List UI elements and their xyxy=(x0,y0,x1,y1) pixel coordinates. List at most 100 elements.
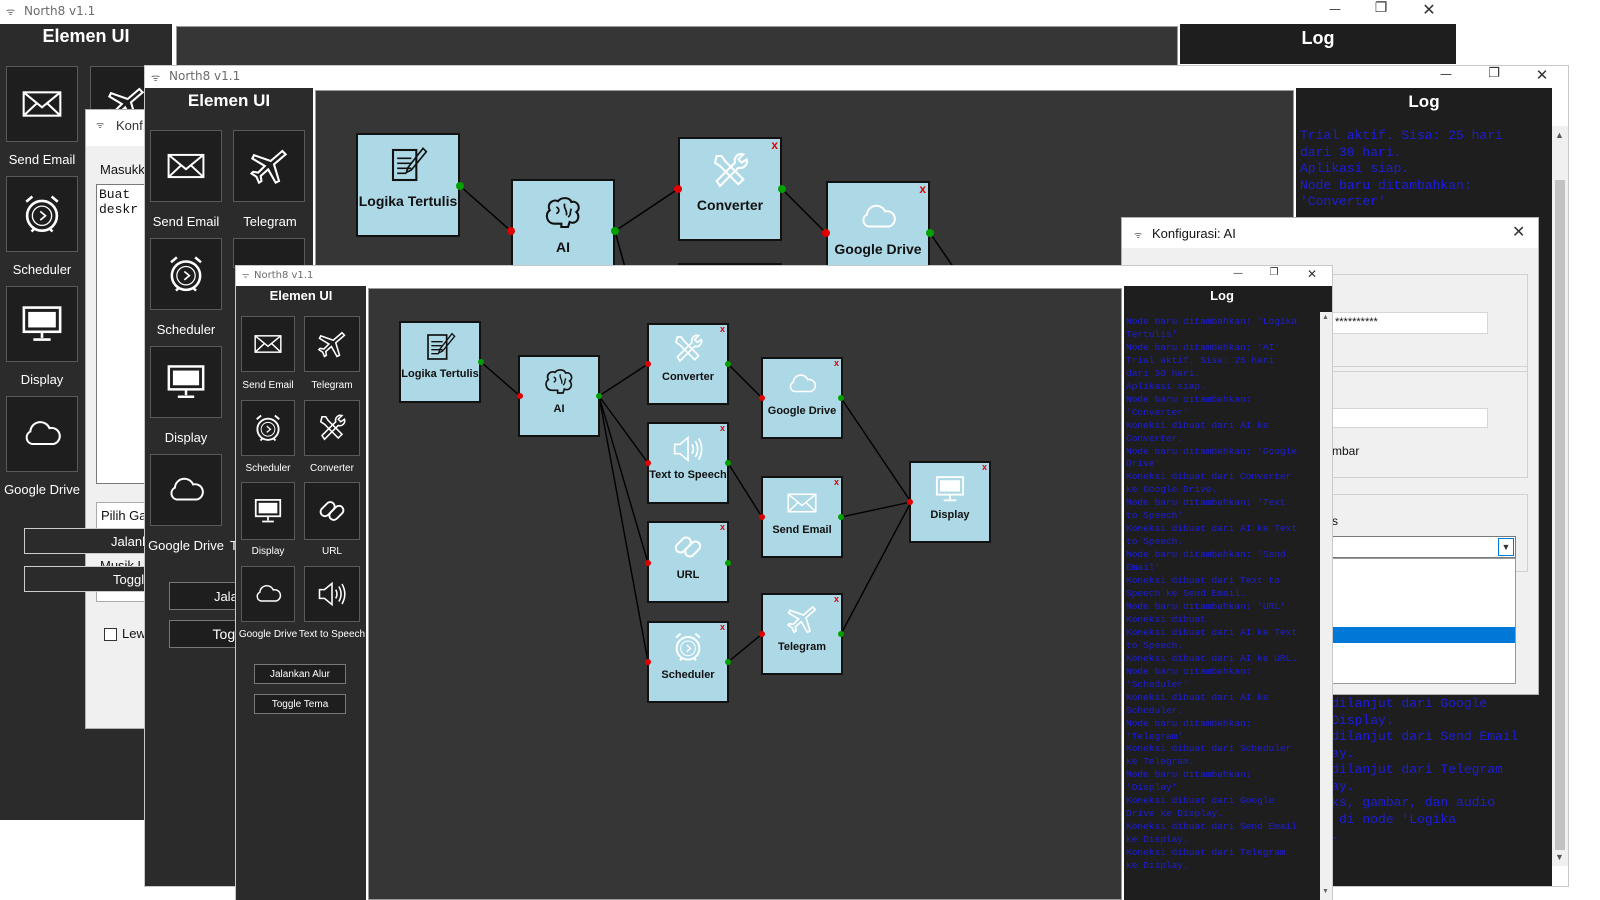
delete-node-button[interactable]: x xyxy=(720,325,725,334)
node-scheduler[interactable]: x Scheduler xyxy=(647,621,729,703)
input-port[interactable] xyxy=(517,393,523,399)
delete-node-button[interactable]: x xyxy=(834,359,839,368)
output-port[interactable] xyxy=(456,182,464,190)
scroll-thumb[interactable] xyxy=(1555,180,1565,850)
output-port[interactable] xyxy=(596,393,602,399)
delete-node-button[interactable]: x xyxy=(720,523,725,532)
flow-canvas[interactable]: Logika Tertulis AI x Converter x Text to… xyxy=(368,288,1122,900)
model-dropdown[interactable]: ▼ xyxy=(1332,536,1516,558)
title-bar[interactable]: ᯤ North8 v1.1 — ❐ ✕ xyxy=(236,266,1332,286)
scroll-down-arrow[interactable]: ▼ xyxy=(1555,852,1564,862)
input-port[interactable] xyxy=(759,514,765,520)
output-port[interactable] xyxy=(478,359,484,365)
minimize-button[interactable]: — xyxy=(1226,268,1250,279)
output-port[interactable] xyxy=(611,227,619,235)
tile-send-email[interactable] xyxy=(241,316,295,372)
output-port[interactable] xyxy=(838,514,844,520)
tile-display[interactable] xyxy=(6,286,78,362)
tile-telegram[interactable] xyxy=(233,130,305,202)
output-port[interactable] xyxy=(725,361,731,367)
node-ai[interactable]: AI xyxy=(518,355,600,437)
input-port[interactable] xyxy=(507,227,515,235)
toggle-theme-button[interactable]: Toggle Tema xyxy=(254,694,346,714)
output-port[interactable] xyxy=(838,395,844,401)
image-input[interactable] xyxy=(1332,408,1488,428)
delete-node-button[interactable]: x xyxy=(720,623,725,632)
input-port[interactable] xyxy=(645,460,651,466)
minimize-button[interactable]: — xyxy=(1320,2,1350,16)
tile-display[interactable] xyxy=(241,482,295,540)
node-display[interactable]: x Display xyxy=(909,461,991,543)
scroll-down-arrow[interactable]: ▼ xyxy=(1322,888,1329,895)
restore-button[interactable]: ❐ xyxy=(1262,267,1286,278)
input-port[interactable] xyxy=(759,395,765,401)
node-converter[interactable]: x Converter xyxy=(647,323,729,405)
output-port[interactable] xyxy=(725,659,731,665)
scroll-up-arrow[interactable]: ▲ xyxy=(1555,130,1564,140)
tile-google-drive[interactable] xyxy=(241,566,295,622)
input-port[interactable] xyxy=(645,560,651,566)
input-port[interactable] xyxy=(645,361,651,367)
tile-scheduler[interactable] xyxy=(150,238,222,310)
output-port[interactable] xyxy=(838,631,844,637)
log-scrollbar[interactable]: ▲ ▼ xyxy=(1552,126,1568,866)
close-button[interactable]: ✕ xyxy=(1300,267,1324,281)
delete-node-button[interactable]: x xyxy=(771,139,778,151)
title-bar[interactable]: ᯤ North8 v1.1 — ❐ ✕ xyxy=(0,0,1460,24)
node-google-drive[interactable]: x Google Drive xyxy=(826,181,930,269)
delete-node-button[interactable]: x xyxy=(982,463,987,472)
output-port[interactable] xyxy=(725,460,731,466)
tile-scheduler[interactable] xyxy=(241,400,295,456)
delete-node-button[interactable]: x xyxy=(834,478,839,487)
dialog-close-button[interactable]: ✕ xyxy=(1512,222,1525,242)
run-button-cut[interactable]: Jalanka xyxy=(24,528,156,554)
delete-node-button[interactable]: x xyxy=(720,424,725,433)
tile-url[interactable] xyxy=(304,482,360,540)
close-button[interactable]: ✕ xyxy=(1414,0,1444,19)
tile-converter[interactable] xyxy=(233,238,305,268)
run-flow-button[interactable]: Jalankan Alur xyxy=(254,664,346,684)
dialog-titlebar[interactable]: ᯤ Konfigurasi: AI ✕ xyxy=(1122,218,1538,248)
dropdown-list[interactable] xyxy=(1332,558,1516,684)
node-telegram[interactable]: x Telegram xyxy=(761,593,843,675)
input-port[interactable] xyxy=(674,185,682,193)
api-key-input[interactable]: ********** xyxy=(1332,312,1488,334)
close-button[interactable]: ✕ xyxy=(1527,66,1557,84)
restore-button[interactable]: ❐ xyxy=(1479,66,1509,81)
node-google-drive[interactable]: x Google Drive xyxy=(761,357,843,439)
input-port[interactable] xyxy=(907,499,913,505)
tile-send-email[interactable] xyxy=(6,66,78,142)
input-port[interactable] xyxy=(822,229,830,237)
output-port[interactable] xyxy=(926,229,934,237)
restore-button[interactable]: ❐ xyxy=(1366,0,1396,16)
tile-text-to-speech[interactable] xyxy=(304,566,360,622)
node-text-to-speech[interactable]: x Text to Speech xyxy=(647,422,729,504)
node-url[interactable]: x URL xyxy=(647,521,729,603)
delete-node-button[interactable]: x xyxy=(919,183,926,195)
scroll-up-arrow[interactable]: ▲ xyxy=(1322,314,1329,321)
input-port[interactable] xyxy=(645,659,651,665)
title-bar[interactable]: ᯤ North8 v1.1 — ❐ ✕ xyxy=(145,66,1568,88)
output-port[interactable] xyxy=(725,560,731,566)
node-send-email[interactable]: x Send Email xyxy=(761,476,843,558)
skip-checkbox[interactable] xyxy=(104,628,117,641)
tile-google-drive[interactable] xyxy=(6,396,78,472)
node-converter[interactable]: x Converter xyxy=(678,137,782,241)
node-logika-tertulis[interactable]: Logika Tertulis xyxy=(399,321,481,403)
delete-node-button[interactable]: x xyxy=(834,595,839,604)
tile-converter[interactable] xyxy=(304,400,360,456)
tile-send-email[interactable] xyxy=(150,130,222,202)
minimize-button[interactable]: — xyxy=(1431,67,1461,81)
tile-display[interactable] xyxy=(150,346,222,418)
node-logika-tertulis[interactable]: Logika Tertulis xyxy=(356,133,460,237)
log-scrollbar[interactable]: ▲ ▼ xyxy=(1320,312,1332,900)
tile-scheduler[interactable] xyxy=(6,176,78,252)
dropdown-selected-option[interactable] xyxy=(1333,627,1515,643)
node-ai[interactable]: AI xyxy=(511,179,615,269)
output-port[interactable] xyxy=(778,185,786,193)
input-port[interactable] xyxy=(759,631,765,637)
toggle-button-cut[interactable]: Toggle xyxy=(24,566,154,592)
tile-google-drive[interactable] xyxy=(150,454,222,526)
chevron-down-icon[interactable]: ▼ xyxy=(1498,538,1514,556)
tile-telegram[interactable] xyxy=(304,316,360,372)
